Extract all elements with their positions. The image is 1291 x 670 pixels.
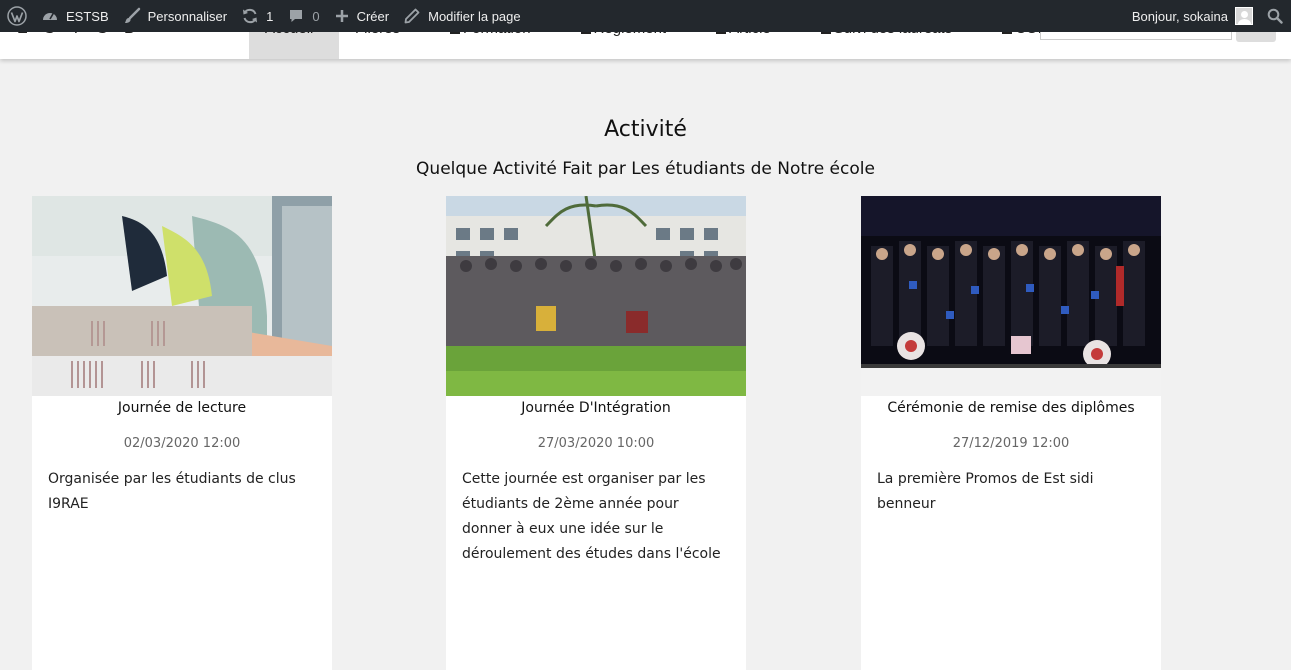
greeting-label: Bonjour, sokaina [1131, 8, 1228, 24]
card-date: 27/03/2020 10:00 [537, 436, 655, 451]
wordpress-logo-button[interactable] [0, 0, 34, 32]
card-description: Cette journée est organiser par les étud… [462, 471, 721, 562]
section-subtitle: Quelque Activité Fait par Les étudiants … [416, 159, 875, 179]
wp-admin-bar: ESTSB Personnaliser 1 0 Créer Modifier l… [0, 0, 1291, 32]
customize-label: Personnaliser [147, 8, 228, 24]
comments-count: 0 [312, 8, 320, 24]
search-icon [1267, 8, 1283, 24]
site-name-button[interactable]: ESTSB [34, 0, 116, 32]
adminbar-secondary: Bonjour, sokaina [1125, 0, 1291, 32]
card-description: La première Promos de Est sidi benneur [877, 471, 1094, 512]
new-content-button[interactable]: Créer [327, 0, 397, 32]
site-name-label: ESTSB [66, 8, 109, 24]
edit-page-button[interactable]: Modifier la page [396, 0, 528, 32]
card-title[interactable]: Journée D'Intégration [446, 400, 746, 420]
dashboard-gauge-icon [43, 12, 57, 20]
refresh-icon [243, 8, 258, 24]
card-date: 02/03/2020 12:00 [123, 436, 241, 451]
group-photo-image[interactable] [446, 196, 746, 396]
card-title[interactable]: Journée de lecture [32, 400, 332, 420]
activity-card: Journée D'Intégration 27/03/2020 10:00 C… [446, 196, 746, 670]
activity-card: Journée de lecture 02/03/2020 12:00 Orga… [32, 196, 332, 670]
wordpress-icon [7, 6, 27, 26]
new-content-label: Créer [356, 8, 390, 24]
graduation-ceremony-image[interactable] [861, 196, 1161, 396]
pencil-icon [404, 8, 420, 24]
card-title[interactable]: Cérémonie de remise des diplômes [861, 400, 1161, 420]
avatar [1235, 7, 1253, 25]
comments-button[interactable]: 0 [280, 0, 326, 32]
card-description: Organisée par les étudiants de clus I9RA… [48, 471, 296, 512]
card-date: 27/12/2019 12:00 [952, 436, 1070, 451]
edit-page-label: Modifier la page [428, 8, 521, 24]
comment-bubble-icon [290, 10, 303, 22]
adminbar-search-button[interactable] [1260, 0, 1291, 32]
plus-icon [335, 10, 348, 22]
activity-card: Cérémonie de remise des diplômes 27/12/2… [861, 196, 1161, 670]
students-reading-image[interactable] [32, 196, 332, 396]
updates-count: 1 [266, 8, 274, 24]
customize-button[interactable]: Personnaliser [116, 0, 235, 32]
paintbrush-icon [124, 7, 140, 23]
updates-button[interactable]: 1 [234, 0, 280, 32]
section-title: Activité [604, 117, 687, 142]
my-account-button[interactable]: Bonjour, sokaina [1125, 0, 1260, 32]
